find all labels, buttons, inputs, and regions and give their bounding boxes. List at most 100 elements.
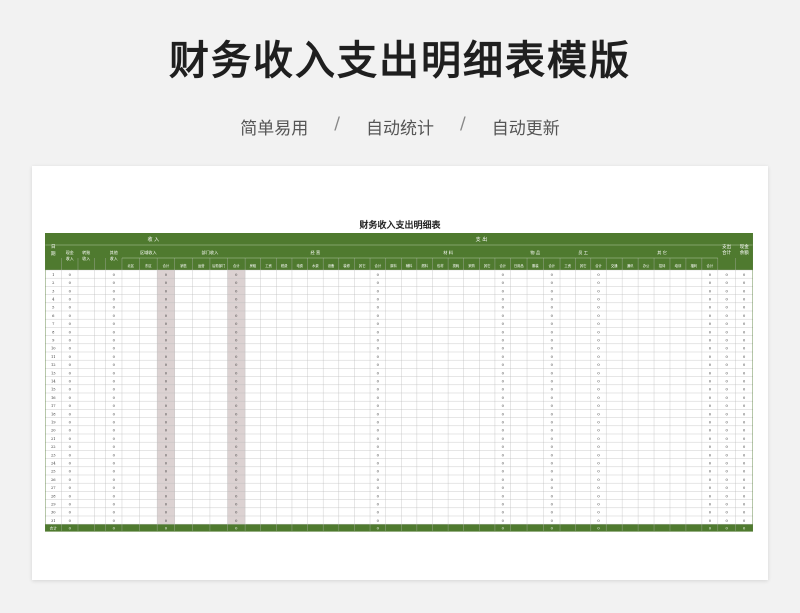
zero-value: 0 [113, 339, 116, 343]
zero-value: 0 [377, 494, 380, 498]
zero-value: 0 [377, 281, 380, 285]
zero-value: 0 [69, 330, 72, 334]
feature-easy: 简单易用 [240, 119, 309, 139]
zero-value: 0 [113, 281, 116, 285]
zero-value: 0 [597, 306, 600, 310]
zero-value: 0 [69, 421, 72, 425]
zero-value: 0 [725, 347, 728, 351]
zero-value: 0 [743, 281, 746, 285]
header-date: 期 [51, 251, 56, 257]
zero-value: 0 [69, 355, 72, 359]
zero-value: 0 [597, 412, 600, 416]
header-sub-operation: 水费 [312, 263, 319, 268]
day-number: 26 [51, 478, 56, 482]
zero-value: 0 [113, 396, 116, 400]
day-number: 16 [51, 396, 56, 400]
header-sub-other: 交通 [611, 263, 618, 268]
zero-value: 0 [709, 298, 712, 302]
header-dept-income: 部门收入 [202, 249, 220, 256]
zero-value: 0 [551, 412, 554, 416]
zero-value: 0 [113, 314, 116, 318]
zero-value: 0 [113, 388, 116, 392]
zero-value: 0 [743, 363, 746, 367]
zero-value: 0 [502, 412, 505, 416]
day-number: 18 [51, 412, 56, 416]
header-sub-dept: 销售 [180, 263, 187, 268]
table-border [45, 233, 753, 532]
zero-value: 0 [377, 322, 380, 326]
zero-value: 0 [113, 462, 116, 466]
day-number: 24 [51, 462, 56, 466]
zero-value: 0 [113, 478, 116, 482]
header-sub-materials: 其它 [484, 263, 491, 268]
zero-value: 0 [709, 519, 712, 523]
header-transfer-income: 收入 [82, 255, 90, 261]
zero-value: 0 [69, 478, 72, 482]
zero-value: 0 [725, 396, 728, 400]
zero-value: 0 [597, 437, 600, 441]
zero-value: 0 [113, 412, 116, 416]
day-number: 11 [51, 355, 56, 359]
feature-auto-stats: 自动统计 [366, 119, 434, 139]
day-number: 7 [52, 322, 55, 326]
day-number: 23 [51, 453, 56, 457]
header-sub-dept: 合计 [233, 263, 240, 268]
zero-value: 0 [743, 462, 746, 466]
header-sub-items: 日用品 [514, 264, 525, 268]
zero-value: 0 [377, 289, 380, 293]
zero-value: 0 [597, 511, 600, 515]
zero-value: 0 [377, 298, 380, 302]
header-sub-other: 合计 [707, 263, 714, 268]
separator: / [460, 114, 466, 134]
zero-value: 0 [113, 470, 116, 474]
zero-value: 0 [725, 404, 728, 408]
sheet-title: 财务收入支出明细表 [359, 221, 441, 231]
zero-value: 0 [709, 412, 712, 416]
zero-value: 0 [377, 355, 380, 359]
zero-value: 0 [502, 437, 505, 441]
zero-value: 0 [502, 470, 505, 474]
zero-value: 0 [743, 478, 746, 482]
zero-value: 0 [502, 421, 505, 425]
zero-value: 0 [69, 503, 72, 507]
zero-value: 0 [69, 281, 72, 285]
zero-value: 0 [725, 388, 728, 392]
zero-value: 0 [113, 429, 116, 433]
zero-value: 0 [551, 289, 554, 293]
zero-value: 0 [709, 371, 712, 375]
zero-value: 0 [69, 322, 72, 326]
separator: / [334, 114, 340, 134]
zero-value: 0 [551, 273, 554, 277]
zero-value: 0 [377, 273, 380, 277]
zero-value: 0 [377, 388, 380, 392]
zero-value: 0 [377, 339, 380, 343]
zero-value: 0 [502, 388, 505, 392]
zero-value: 0 [377, 478, 380, 482]
header-sub-materials: 包材 [437, 263, 444, 268]
zero-value: 0 [743, 453, 746, 457]
zero-value: 0 [725, 462, 728, 466]
zero-value: 0 [597, 445, 600, 449]
zero-value: 0 [597, 519, 600, 523]
zero-value: 0 [597, 429, 600, 433]
zero-value: 0 [551, 330, 554, 334]
spreadsheet-preview: 财务收入支出明细表 日期收 入支 出支出 合计 现金 余额 现金 收入 转账 收入 其他 收入 区域… [32, 166, 768, 580]
header-sub-materials: 辅料 [406, 263, 413, 268]
zero-value: 0 [725, 363, 728, 367]
zero-value: 0 [113, 347, 116, 351]
zero-value: 0 [113, 355, 116, 359]
zero-value: 0 [377, 445, 380, 449]
zero-value: 0 [113, 511, 116, 515]
zero-value: 0 [377, 503, 380, 507]
zero-value: 0 [69, 339, 72, 343]
zero-value: 0 [502, 273, 505, 277]
zero-value: 0 [377, 380, 380, 384]
zero-value: 0 [377, 519, 380, 523]
header-other: 其 它 [657, 249, 667, 256]
zero-value: 0 [551, 519, 554, 523]
zero-value: 0 [709, 339, 712, 343]
zero-value: 0 [597, 363, 600, 367]
zero-value: 0 [725, 339, 728, 343]
header-sub-other: 招待 [659, 263, 666, 268]
zero-value: 0 [551, 470, 554, 474]
